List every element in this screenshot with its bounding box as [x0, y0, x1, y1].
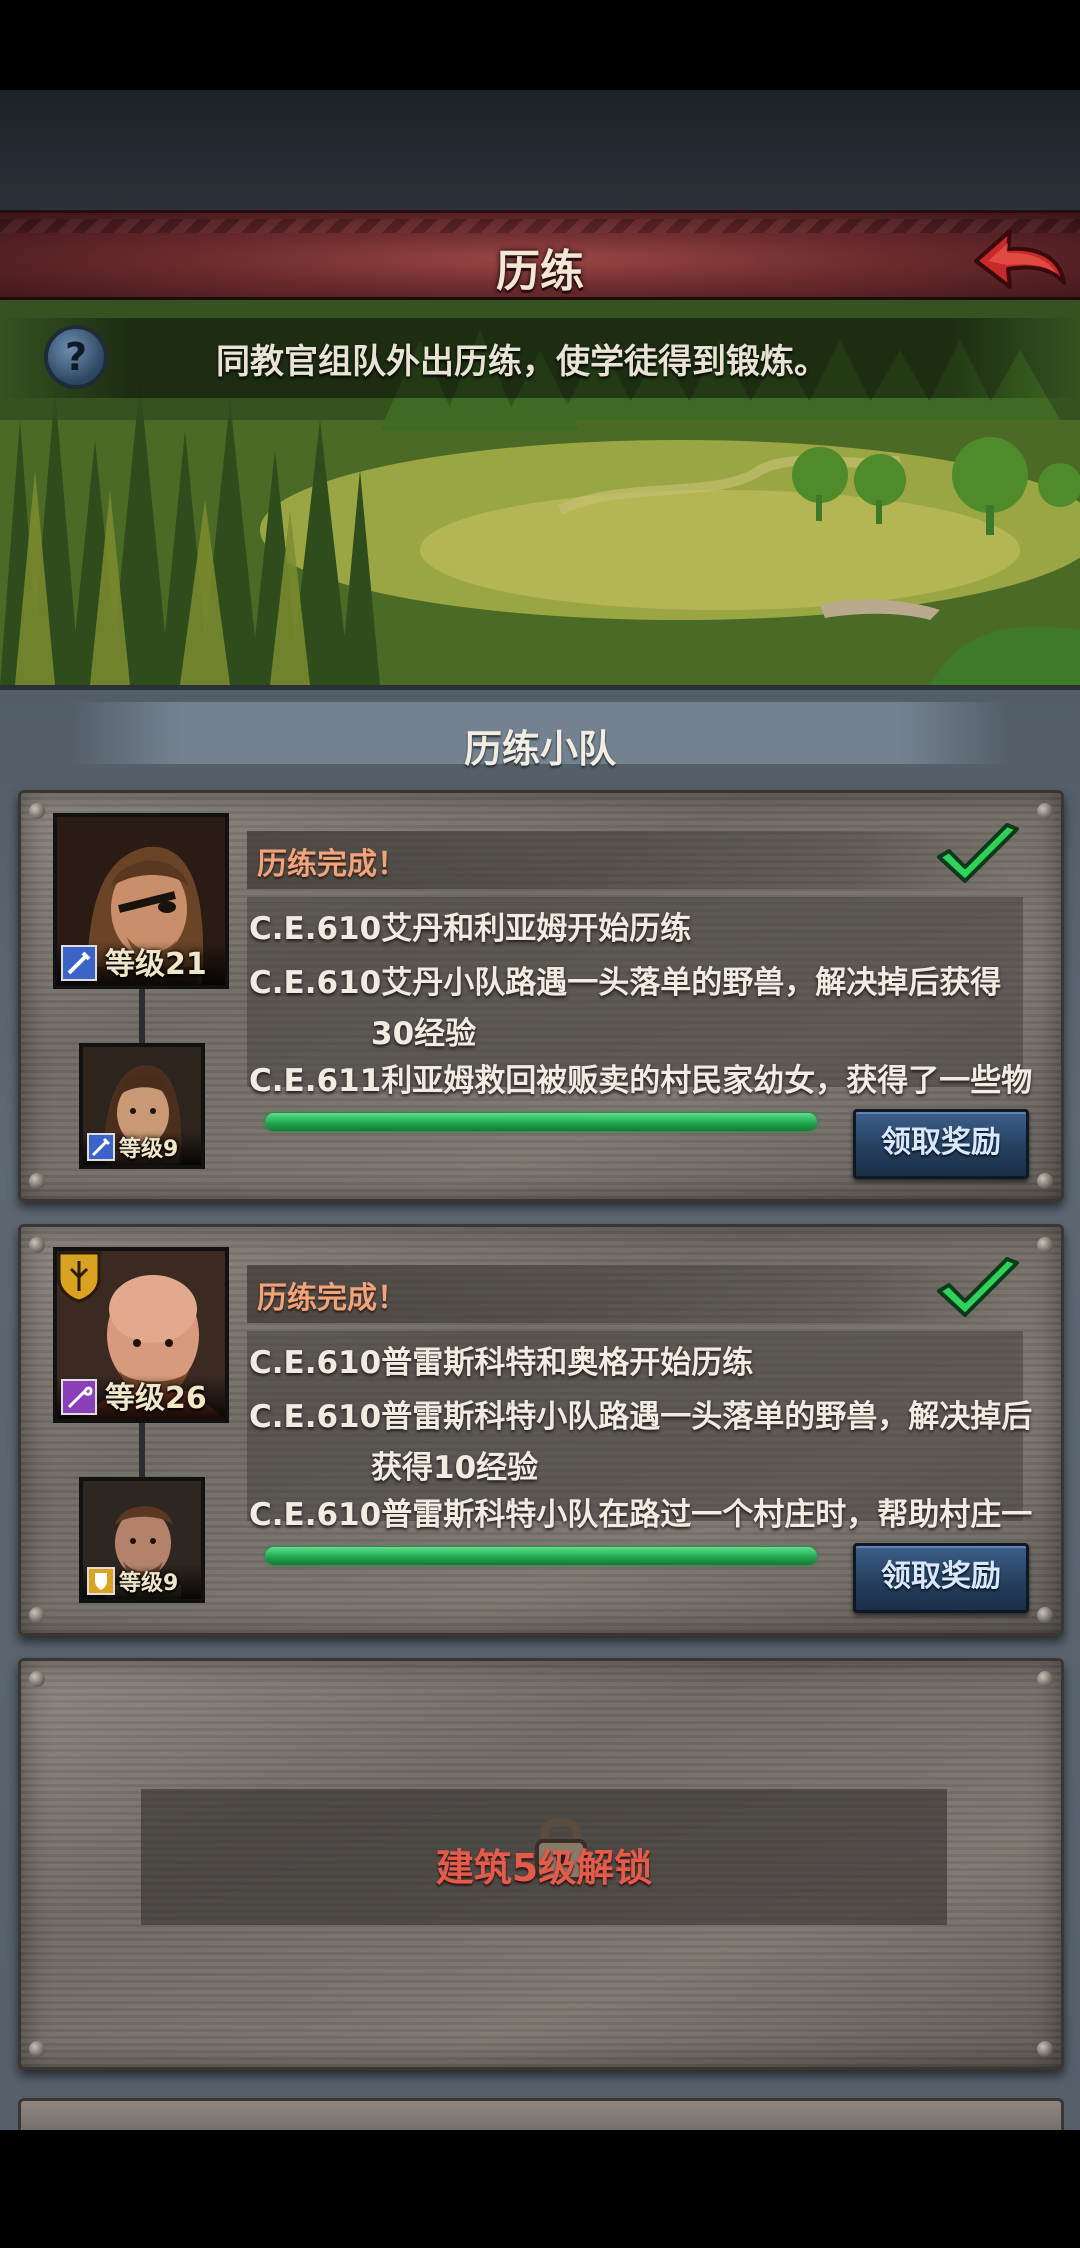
member-portrait[interactable]: 等级9 — [79, 1477, 205, 1603]
status-text: 历练完成！ — [257, 1281, 407, 1316]
nail-icon — [29, 1237, 45, 1253]
nail-icon — [29, 2041, 45, 2057]
log-entry: C.E.610普雷斯科特和奥格开始历练 — [249, 1337, 1035, 1382]
leader-level: 等级21 — [105, 947, 207, 982]
log-text: 利亚姆救回被贩卖的村民家幼女，获得了一些物 — [381, 1063, 1033, 1099]
log-text: 普雷斯科特小队在路过一个村庄时，帮助村庄一 — [381, 1497, 1033, 1533]
leader-portrait[interactable]: 等级26 — [53, 1247, 229, 1423]
squad-card: 等级21 等级9 历练完成！ C.E.610艾丹和利亚姆开始历练 C.E.610… — [18, 790, 1064, 1202]
title-banner: 历练 — [0, 210, 1080, 300]
nail-icon — [1037, 803, 1053, 819]
scene-illustration: ? 同教官组队外出历练，使学徒得到锻炼。 — [0, 300, 1080, 691]
log-date: C.E.610 — [249, 911, 382, 947]
question-icon: ? — [64, 335, 88, 379]
claim-reward-button[interactable]: 领取奖励 — [853, 1109, 1029, 1179]
log-text: 普雷斯科特和奥格开始历练 — [381, 1345, 754, 1381]
log-entry: C.E.610艾丹和利亚姆开始历练 — [249, 903, 1035, 948]
nail-icon — [29, 1607, 45, 1623]
nail-icon — [1037, 2041, 1053, 2057]
connector-line — [139, 989, 145, 1043]
staff-class-icon — [61, 1379, 97, 1415]
log-date: C.E.610 — [249, 965, 382, 1001]
sword-class-icon — [87, 1133, 115, 1161]
back-button[interactable] — [968, 221, 1068, 297]
log-text: 普雷斯科特小队路遇一头落单的野兽，解决掉后 — [381, 1399, 1033, 1435]
log-text-cont: 30经验 — [371, 1016, 477, 1052]
member-level: 等级9 — [119, 1137, 179, 1162]
check-icon — [937, 823, 1019, 883]
shield-class-icon — [87, 1567, 115, 1595]
status-bar — [0, 0, 1080, 90]
leader-portrait[interactable]: 等级21 — [53, 813, 229, 989]
back-arrow-icon — [974, 229, 1066, 289]
log-date: C.E.610 — [249, 1345, 382, 1381]
progress-fill — [265, 1113, 817, 1131]
nail-icon — [29, 1173, 45, 1189]
connector-line — [139, 1423, 145, 1477]
shield-crest-icon — [57, 1251, 101, 1303]
intro-text: 同教官组队外出历练，使学徒得到锻炼。 — [216, 342, 828, 382]
progress-fill — [265, 1547, 817, 1565]
screen: 历练 ? 同教官组队外出历练，使学徒得到锻炼。 历练小队 等级21 等级9 历练… — [0, 0, 1080, 2248]
log-text: 艾丹和利亚姆开始历练 — [381, 911, 692, 947]
member-portrait[interactable]: 等级9 — [79, 1043, 205, 1169]
check-icon — [937, 1257, 1019, 1317]
log-date: C.E.610 — [249, 1399, 382, 1435]
log-entry: C.E.610艾丹小队路遇一头落单的野兽，解决掉后获得 30经验 — [249, 957, 1035, 1053]
navigation-bar — [0, 2130, 1080, 2248]
sword-class-icon — [61, 945, 97, 981]
log-date: C.E.610 — [249, 1497, 382, 1533]
nail-icon — [1037, 1607, 1053, 1623]
log-entry: C.E.610普雷斯科特小队在路过一个村庄时，帮助村庄一 — [249, 1489, 1035, 1534]
nail-icon — [1037, 1173, 1053, 1189]
help-button[interactable]: ? — [44, 325, 108, 389]
nail-icon — [29, 803, 45, 819]
log-entry: C.E.611利亚姆救回被贩卖的村民家幼女，获得了一些物 — [249, 1055, 1035, 1100]
squad-card: 等级26 等级9 历练完成！ C.E.610普雷斯科特和奥格开始历练 C.E.6… — [18, 1224, 1064, 1636]
leader-level: 等级26 — [105, 1381, 207, 1416]
log-text-cont: 获得10经验 — [371, 1450, 539, 1486]
top-strip — [0, 90, 1080, 210]
member-level: 等级9 — [119, 1571, 179, 1596]
nail-icon — [29, 1671, 45, 1687]
section-title: 历练小队 — [463, 727, 616, 771]
log-entry: C.E.610普雷斯科特小队路遇一头落单的野兽，解决掉后 获得10经验 — [249, 1391, 1035, 1487]
log-text: 艾丹小队路遇一头落单的野兽，解决掉后获得 — [381, 965, 1002, 1001]
nail-icon — [1037, 1237, 1053, 1253]
status-text: 历练完成！ — [257, 847, 407, 882]
locked-slot-card[interactable]: 建筑5级解锁 — [18, 1658, 1064, 2070]
progress-bar — [265, 1111, 817, 1131]
content-area: 历练小队 等级21 等级9 历练完成！ C.E.610艾丹和利亚姆开始历练 C.… — [0, 690, 1080, 2138]
log-date: C.E.611 — [249, 1063, 382, 1099]
claim-reward-button[interactable]: 领取奖励 — [853, 1543, 1029, 1613]
unlock-requirement-text: 建筑5级解锁 — [435, 1846, 653, 1890]
page-title: 历练 — [496, 246, 584, 297]
progress-bar — [265, 1545, 817, 1565]
nail-icon — [1037, 1671, 1053, 1687]
